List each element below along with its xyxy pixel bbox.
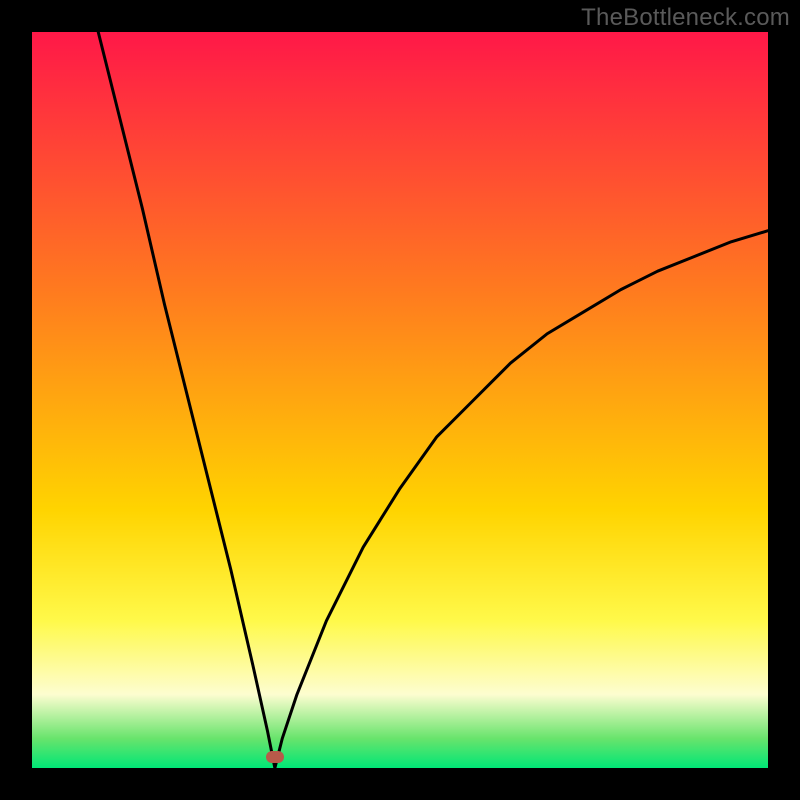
optimal-point-marker — [266, 751, 284, 763]
watermark-text: TheBottleneck.com — [581, 4, 790, 32]
gradient-background — [32, 32, 768, 768]
plot-frame — [32, 32, 768, 768]
plot-svg — [32, 32, 768, 768]
